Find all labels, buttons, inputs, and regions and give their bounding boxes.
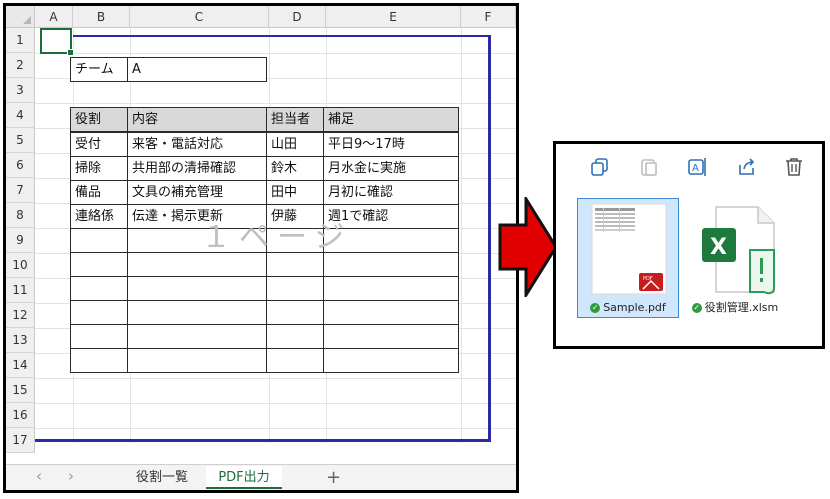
page-break-right <box>488 35 491 441</box>
paste-icon[interactable] <box>638 156 660 178</box>
tab-scroll-right-icon[interactable]: › <box>68 467 74 485</box>
row-header-1[interactable]: 1 <box>6 28 35 53</box>
row-header-8[interactable]: 8 <box>6 203 35 228</box>
file-name-label: ✓ 役割管理.xlsm <box>691 301 779 314</box>
row-header-3[interactable]: 3 <box>6 78 35 103</box>
page-break-top <box>73 35 491 37</box>
row-header-15[interactable]: 15 <box>6 378 35 403</box>
empty-table-cell[interactable] <box>323 276 459 301</box>
row-header-7[interactable]: 7 <box>6 178 35 203</box>
empty-table-cell[interactable] <box>70 252 128 277</box>
pdf-file-icon: PDF <box>591 203 667 295</box>
row-header-6[interactable]: 6 <box>6 153 35 178</box>
row-header-5[interactable]: 5 <box>6 128 35 153</box>
cell-person[interactable]: 鈴木 <box>266 156 324 181</box>
copy-icon[interactable] <box>589 156 611 178</box>
row-header-13[interactable]: 13 <box>6 328 35 353</box>
column-header-d[interactable]: D <box>269 6 326 28</box>
empty-table-cell[interactable] <box>127 276 267 301</box>
team-label-cell[interactable]: チーム <box>70 57 128 82</box>
column-header-c[interactable]: C <box>130 6 269 28</box>
page-break-bottom <box>35 439 491 442</box>
row-header-10[interactable]: 10 <box>6 253 35 278</box>
tab-roles-list[interactable]: 役割一覧 <box>124 466 200 489</box>
empty-table-cell[interactable] <box>266 300 324 325</box>
sync-check-icon: ✓ <box>691 303 702 313</box>
cell-role[interactable]: 連絡係 <box>70 204 128 229</box>
cell-role[interactable]: 備品 <box>70 180 128 205</box>
column-header-e[interactable]: E <box>326 6 461 28</box>
empty-table-cell[interactable] <box>127 324 267 349</box>
delete-icon[interactable] <box>783 156 805 178</box>
sheet-tab-bar: ‹ › 役割一覧 PDF出力 + <box>6 464 516 490</box>
team-value-cell[interactable]: A <box>127 57 267 82</box>
file-role-management-xlsm[interactable]: X ✓ 役割管理.xlsm <box>684 198 786 318</box>
empty-table-cell[interactable] <box>266 324 324 349</box>
cell-content[interactable]: 文具の補充管理 <box>127 180 267 205</box>
header-role[interactable]: 役割 <box>70 107 128 132</box>
column-header-b[interactable]: B <box>73 6 130 28</box>
empty-table-cell[interactable] <box>127 348 267 373</box>
rename-icon[interactable]: A <box>687 156 709 178</box>
cell-note[interactable]: 月初に確認 <box>323 180 459 205</box>
empty-table-cell[interactable] <box>70 228 128 253</box>
cell-note[interactable]: 月水金に実施 <box>323 156 459 181</box>
select-all-corner[interactable] <box>6 6 35 28</box>
empty-table-cell[interactable] <box>70 324 128 349</box>
header-content[interactable]: 内容 <box>127 107 267 132</box>
header-person[interactable]: 担当者 <box>266 107 324 132</box>
empty-table-cell[interactable] <box>70 348 128 373</box>
empty-table-cell[interactable] <box>70 276 128 301</box>
file-sample-pdf[interactable]: PDF ✓ Sample.pdf <box>577 198 679 318</box>
cell-role[interactable]: 受付 <box>70 132 128 157</box>
add-sheet-button[interactable]: + <box>326 465 341 490</box>
file-explorer-window: A PDF ✓ Sample.pdf X ✓ 役割管理.xlsm <box>553 141 825 349</box>
empty-table-cell[interactable] <box>266 348 324 373</box>
cell-role[interactable]: 掃除 <box>70 156 128 181</box>
cell-content[interactable]: 共用部の清掃確認 <box>127 156 267 181</box>
empty-table-cell[interactable] <box>323 300 459 325</box>
active-cell-a1[interactable] <box>40 28 74 56</box>
row-header-9[interactable]: 9 <box>6 228 35 253</box>
header-note[interactable]: 補足 <box>323 107 459 132</box>
cell-person[interactable]: 山田 <box>266 132 324 157</box>
row-header-2[interactable]: 2 <box>6 53 35 78</box>
row-header-11[interactable]: 11 <box>6 278 35 303</box>
empty-table-cell[interactable] <box>323 348 459 373</box>
empty-table-cell[interactable] <box>127 300 267 325</box>
row-header-12[interactable]: 12 <box>6 303 35 328</box>
cell-person[interactable]: 田中 <box>266 180 324 205</box>
column-header-a[interactable]: A <box>35 6 73 28</box>
file-name-label: ✓ Sample.pdf <box>590 301 666 314</box>
row-header-14[interactable]: 14 <box>6 353 35 378</box>
row-header-17[interactable]: 17 <box>6 428 35 453</box>
cell-note[interactable]: 平日9～17時 <box>323 132 459 157</box>
page-watermark: １ページ <box>201 220 353 255</box>
svg-text:A: A <box>692 163 699 174</box>
tab-pdf-output[interactable]: PDF出力 <box>206 466 282 489</box>
column-header-f[interactable]: F <box>461 6 516 28</box>
tab-scroll-left-icon[interactable]: ‹ <box>36 467 42 485</box>
right-arrow-icon <box>498 197 558 297</box>
sync-check-icon: ✓ <box>590 303 601 313</box>
row-header-4[interactable]: 4 <box>6 103 35 128</box>
share-icon[interactable] <box>736 156 758 178</box>
empty-table-cell[interactable] <box>70 300 128 325</box>
excel-window: A B C D E F 1 2 3 4 5 6 7 8 9 10 11 12 13 14 15 16 17 チー… <box>3 3 519 493</box>
excel-file-icon: X <box>702 206 775 295</box>
empty-table-cell[interactable] <box>266 276 324 301</box>
explorer-toolbar: A <box>556 144 822 188</box>
empty-table-cell[interactable] <box>323 324 459 349</box>
row-header-16[interactable]: 16 <box>6 403 35 428</box>
cell-content[interactable]: 来客・電話対応 <box>127 132 267 157</box>
svg-text:X: X <box>710 235 727 260</box>
